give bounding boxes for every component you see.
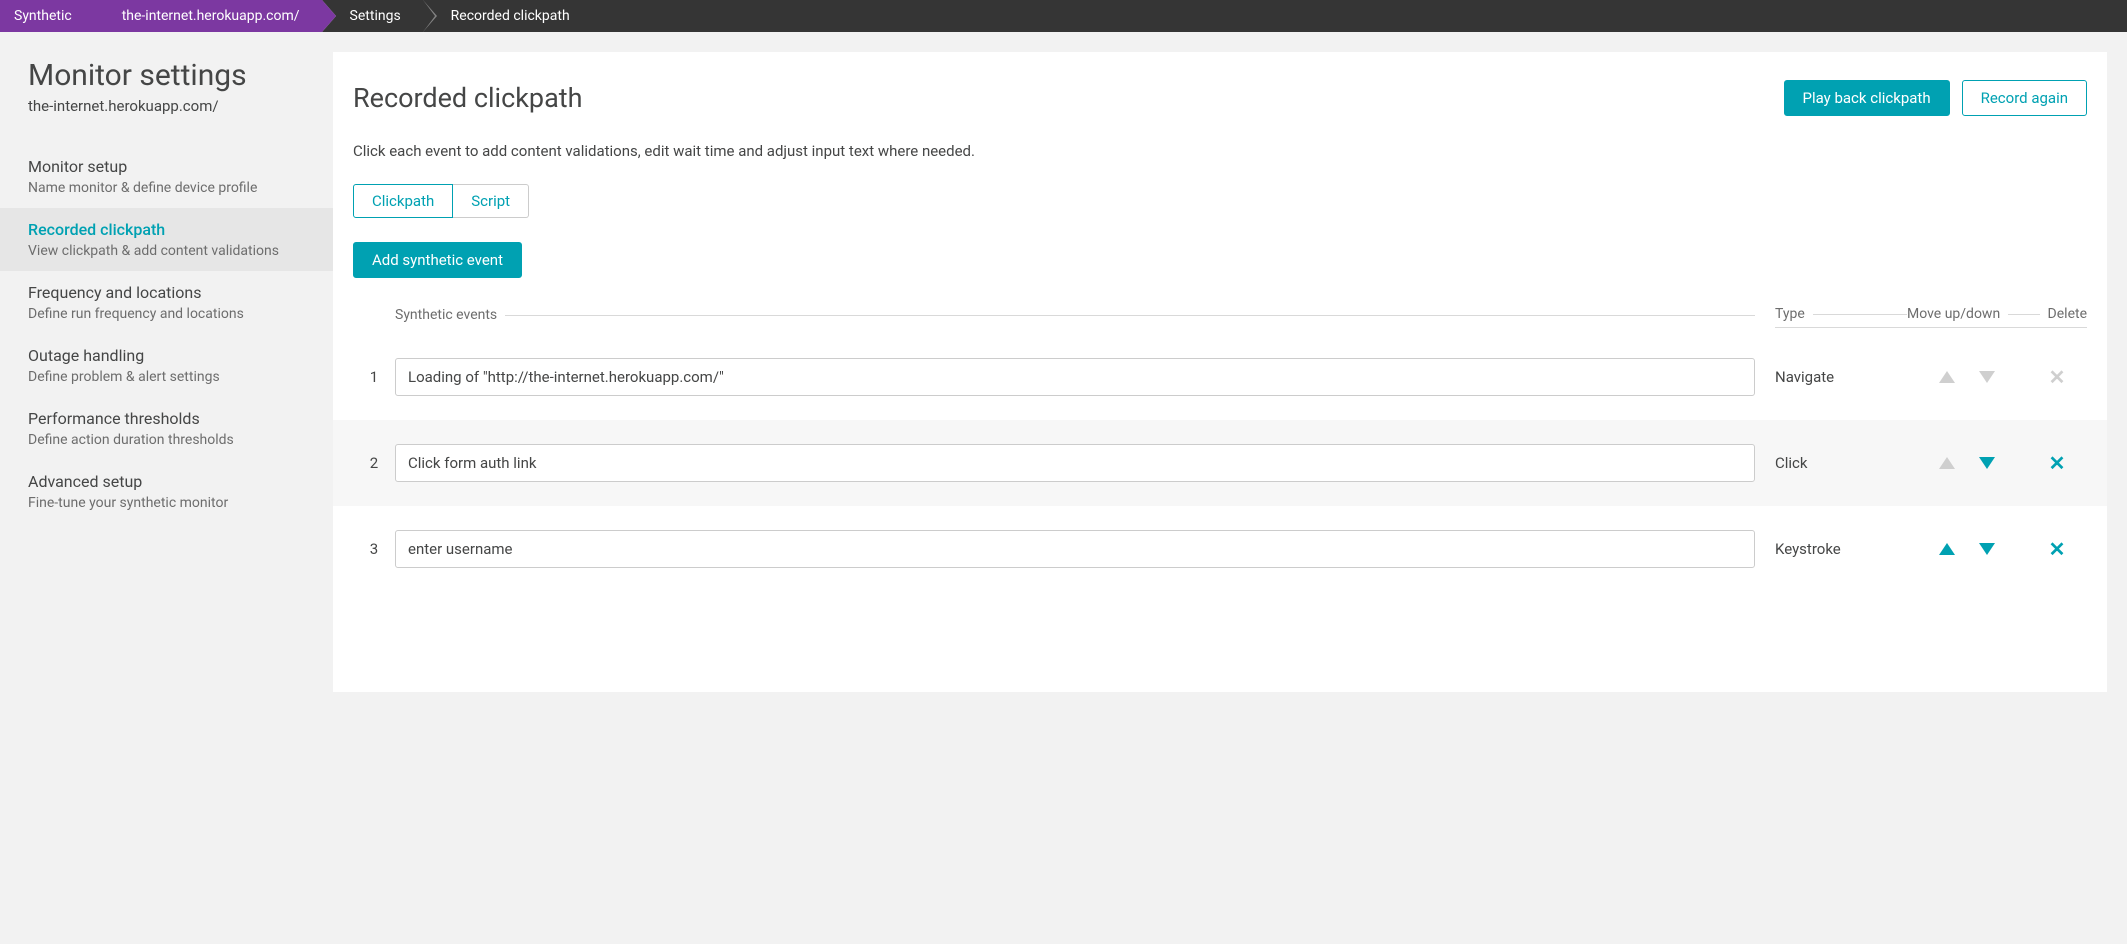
event-row: 1 Navigate ✕ — [353, 334, 2087, 420]
breadcrumb: Syntheticthe-internet.herokuapp.com/Sett… — [0, 0, 2127, 32]
event-name-input[interactable] — [395, 358, 1755, 396]
record-again-button[interactable]: Record again — [1962, 80, 2087, 116]
add-synthetic-event-button[interactable]: Add synthetic event — [353, 242, 522, 278]
main-panel: Recorded clickpath Play back clickpath R… — [333, 52, 2107, 692]
move-up-icon[interactable] — [1939, 543, 1955, 555]
delete-icon: ✕ — [2049, 365, 2066, 389]
sidebar-item-desc: Fine-tune your synthetic monitor — [28, 495, 305, 511]
tab-script[interactable]: Script — [453, 184, 529, 218]
move-up-icon — [1939, 371, 1955, 383]
sidebar-item-desc: Define action duration thresholds — [28, 432, 305, 448]
sidebar-item-title: Advanced setup — [28, 472, 305, 491]
sidebar-item[interactable]: Performance thresholds Define action dura… — [0, 397, 333, 460]
move-down-icon[interactable] — [1979, 543, 1995, 555]
sidebar-item-desc: View clickpath & add content validations — [28, 243, 305, 259]
sidebar-item[interactable]: Outage handling Define problem & alert se… — [0, 334, 333, 397]
help-text: Click each event to add content validati… — [333, 126, 2107, 184]
breadcrumb-item[interactable]: Settings — [322, 0, 423, 32]
sidebar-subtitle: the-internet.herokuapp.com/ — [0, 97, 333, 145]
delete-icon[interactable]: ✕ — [2049, 451, 2066, 475]
delete-icon[interactable]: ✕ — [2049, 537, 2066, 561]
col-delete-label: Delete — [2048, 306, 2087, 322]
sidebar-item-desc: Define problem & alert settings — [28, 369, 305, 385]
tab-clickpath[interactable]: Clickpath — [353, 184, 453, 218]
col-move-label: Move up/down — [1907, 306, 2000, 322]
breadcrumb-item[interactable]: Synthetic — [0, 0, 94, 32]
sidebar-item[interactable]: Advanced setup Fine-tune your synthetic m… — [0, 460, 333, 523]
sidebar-item-title: Frequency and locations — [28, 283, 305, 302]
sidebar-heading: Monitor settings — [0, 58, 333, 97]
event-index: 2 — [353, 454, 395, 472]
event-name-input[interactable] — [395, 530, 1755, 568]
col-events-label: Synthetic events — [395, 307, 497, 323]
sidebar: Monitor settings the-internet.herokuapp.… — [0, 32, 333, 523]
sidebar-item-title: Outage handling — [28, 346, 305, 365]
event-row: 2 Click ✕ — [333, 420, 2107, 506]
sidebar-item[interactable]: Recorded clickpath View clickpath & add c… — [0, 208, 333, 271]
move-down-icon — [1979, 371, 1995, 383]
sidebar-item-desc: Define run frequency and locations — [28, 306, 305, 322]
sidebar-item[interactable]: Monitor setup Name monitor & define devic… — [0, 145, 333, 208]
sidebar-item-title: Monitor setup — [28, 157, 305, 176]
view-tabs: Clickpath Script — [353, 184, 529, 218]
play-back-clickpath-button[interactable]: Play back clickpath — [1784, 80, 1950, 116]
events-header: Synthetic events Type Move up/down Delet… — [353, 306, 2087, 328]
sidebar-item[interactable]: Frequency and locations Define run freque… — [0, 271, 333, 334]
event-index: 3 — [353, 540, 395, 558]
event-type: Click — [1775, 454, 1907, 472]
event-index: 1 — [353, 368, 395, 386]
event-row: 3 Keystroke ✕ — [353, 506, 2087, 592]
sidebar-item-title: Recorded clickpath — [28, 220, 305, 239]
col-type-label: Type — [1775, 306, 1805, 322]
event-type: Keystroke — [1775, 540, 1907, 558]
page-title: Recorded clickpath — [353, 82, 583, 114]
breadcrumb-item[interactable]: Recorded clickpath — [423, 0, 592, 32]
sidebar-item-desc: Name monitor & define device profile — [28, 180, 305, 196]
move-up-icon — [1939, 457, 1955, 469]
event-name-input[interactable] — [395, 444, 1755, 482]
move-down-icon[interactable] — [1979, 457, 1995, 469]
event-type: Navigate — [1775, 368, 1907, 386]
breadcrumb-item[interactable]: the-internet.herokuapp.com/ — [94, 0, 322, 32]
sidebar-item-title: Performance thresholds — [28, 409, 305, 428]
